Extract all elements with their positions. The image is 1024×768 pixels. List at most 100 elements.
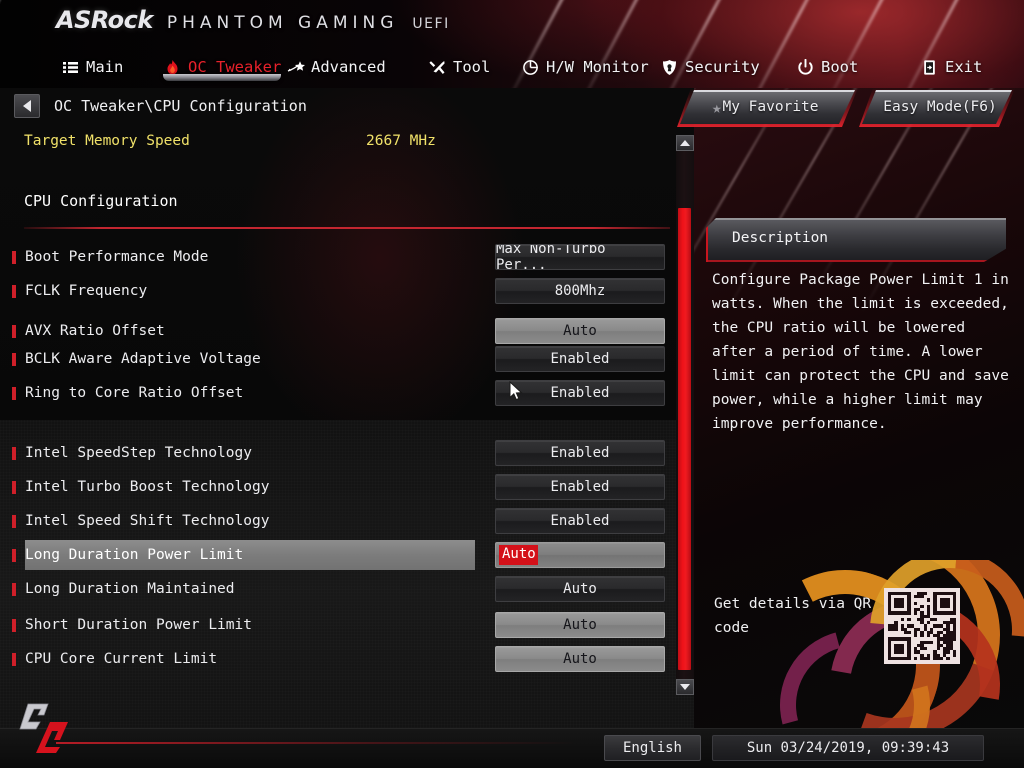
settings-row[interactable]: FCLK Frequency 800Mhz (0, 276, 694, 306)
settings-row[interactable]: Boot Performance Mode Max Non-Turbo Per..… (0, 242, 694, 272)
setting-value-field[interactable]: Enabled (495, 440, 665, 466)
setting-label: Intel Speed Shift Technology (25, 513, 270, 529)
description-text: Configure Package Power Limit 1 in watts… (712, 272, 1009, 432)
flame-icon (164, 59, 181, 76)
bullet-icon (12, 353, 16, 366)
setting-value-field[interactable]: 800Mhz (495, 278, 665, 304)
tab-my-favorite-label: My Favorite (722, 99, 819, 115)
menu-item-exit[interactable]: Exit (921, 58, 982, 76)
uefi-bios-screen: ASRock PHANTOM GAMING UEFI Main OC Tweak… (0, 0, 1024, 768)
menu-item-security[interactable]: Security (661, 58, 760, 76)
bullet-icon (12, 285, 16, 298)
setting-value-field[interactable]: Max Non-Turbo Per... (495, 244, 665, 270)
menu-item-advanced-label: Advanced (311, 58, 386, 76)
setting-label: Intel Turbo Boost Technology (25, 479, 270, 495)
settings-row[interactable]: CPU Core Current Limit Auto (0, 644, 694, 674)
door-exit-icon (921, 59, 938, 76)
qr-instruction-text: Get details via QR code (714, 596, 872, 636)
menu-item-security-label: Security (685, 58, 760, 76)
bullet-icon (12, 325, 16, 338)
qr-code-image (884, 588, 960, 664)
target-memory-speed-value: 2667 MHz (366, 133, 436, 149)
tab-easy-mode-label: Easy Mode(F6) (883, 99, 997, 115)
qr-module (953, 657, 956, 660)
menu-item-boot-label: Boot (821, 58, 859, 76)
setting-value-field[interactable]: Enabled (495, 474, 665, 500)
setting-value-field[interactable]: Auto (495, 318, 665, 344)
description-title: Description (732, 230, 829, 246)
bullet-icon (12, 481, 16, 494)
breadcrumb: OC Tweaker\CPU Configuration (14, 94, 307, 118)
tab-my-favorite[interactable]: ★ My Favorite (680, 90, 855, 124)
setting-value-field[interactable]: Auto (495, 612, 665, 638)
bullet-icon (12, 549, 16, 562)
brand-logo: ASRock PHANTOM GAMING UEFI (56, 6, 450, 34)
tab-easy-mode[interactable]: Easy Mode(F6) (862, 90, 1012, 124)
power-icon (797, 58, 814, 76)
language-button[interactable]: English (604, 735, 701, 761)
bullet-icon (12, 515, 16, 528)
bullet-icon (12, 653, 16, 666)
setting-value-field[interactable]: Auto (495, 542, 665, 568)
phantom-gaming-logo (14, 698, 78, 754)
scroll-up-arrow-icon[interactable] (676, 135, 694, 151)
setting-value-text: Auto (499, 545, 538, 565)
settings-row[interactable]: Intel Speed Shift Technology Enabled (0, 506, 694, 536)
uefi-text: UEFI (412, 16, 450, 32)
datetime-display: Sun 03/24/2019, 09:39:43 (712, 735, 984, 761)
setting-value-field[interactable]: Enabled (495, 380, 665, 406)
setting-label: Long Duration Maintained (25, 581, 235, 597)
setting-label: Long Duration Power Limit (25, 540, 475, 570)
settings-row[interactable]: Long Duration Maintained Auto (0, 574, 694, 604)
description-header: Description (706, 218, 1006, 262)
bullet-icon (12, 251, 16, 264)
setting-value-field[interactable]: Enabled (495, 508, 665, 534)
settings-list: Boot Performance Mode Max Non-Turbo Per..… (0, 240, 694, 688)
setting-label: Ring to Core Ratio Offset (25, 385, 244, 401)
settings-row[interactable]: Short Duration Power Limit Auto (0, 610, 694, 640)
settings-row[interactable]: Intel SpeedStep Technology Enabled (0, 438, 694, 468)
settings-scrollbar[interactable] (676, 135, 694, 695)
setting-value-field[interactable]: Enabled (495, 346, 665, 372)
bullet-icon (12, 387, 16, 400)
settings-row[interactable]: AVX Ratio Offset Auto (0, 316, 694, 346)
section-heading: CPU Configuration (24, 192, 178, 210)
menu-item-tool-label: Tool (453, 58, 491, 76)
setting-label: AVX Ratio Offset (25, 323, 165, 339)
setting-label: Boot Performance Mode (25, 249, 209, 265)
settings-row[interactable]: Intel Turbo Boost Technology Enabled (0, 472, 694, 502)
menu-item-boot[interactable]: Boot (797, 58, 858, 76)
section-divider (24, 227, 670, 229)
shield-icon (661, 59, 678, 76)
scrollbar-thumb[interactable] (678, 208, 691, 670)
menu-item-exit-label: Exit (945, 58, 983, 76)
back-arrow-icon[interactable] (14, 94, 40, 118)
menu-item-hw-monitor[interactable]: H/W Monitor (522, 58, 649, 76)
setting-label: FCLK Frequency (25, 283, 148, 299)
menu-item-hw-monitor-label: H/W Monitor (546, 58, 649, 76)
footer-accent-line (56, 742, 576, 744)
target-memory-speed-label: Target Memory Speed (24, 133, 190, 149)
phantom-gaming-text: PHANTOM GAMING (166, 13, 399, 33)
active-tab-indicator (163, 74, 281, 81)
main-menu-bar: Main OC Tweaker Advanced Tool H/W Monito… (0, 46, 1024, 88)
settings-row[interactable]: BCLK Aware Adaptive Voltage Enabled (0, 344, 694, 374)
asrock-wordmark: ASRock (56, 6, 153, 34)
menu-item-tool[interactable]: Tool (429, 58, 490, 76)
setting-value-field[interactable]: Auto (495, 646, 665, 672)
setting-label: Intel SpeedStep Technology (25, 445, 252, 461)
tools-icon (429, 59, 446, 76)
breadcrumb-path: OC Tweaker\CPU Configuration (54, 97, 307, 115)
settings-row[interactable]: Long Duration Power Limit Auto (0, 540, 694, 570)
setting-value-field[interactable]: Auto (495, 576, 665, 602)
setting-label: Short Duration Power Limit (25, 617, 252, 633)
bullet-icon (12, 619, 16, 632)
menu-item-main[interactable]: Main (62, 58, 123, 76)
star-arrow-icon (287, 59, 305, 76)
scroll-down-arrow-icon[interactable] (676, 679, 694, 695)
settings-row[interactable]: Ring to Core Ratio Offset Enabled (0, 378, 694, 408)
list-icon (62, 59, 79, 76)
menu-item-main-label: Main (86, 58, 124, 76)
setting-label: CPU Core Current Limit (25, 651, 218, 667)
menu-item-advanced[interactable]: Advanced (287, 58, 386, 76)
